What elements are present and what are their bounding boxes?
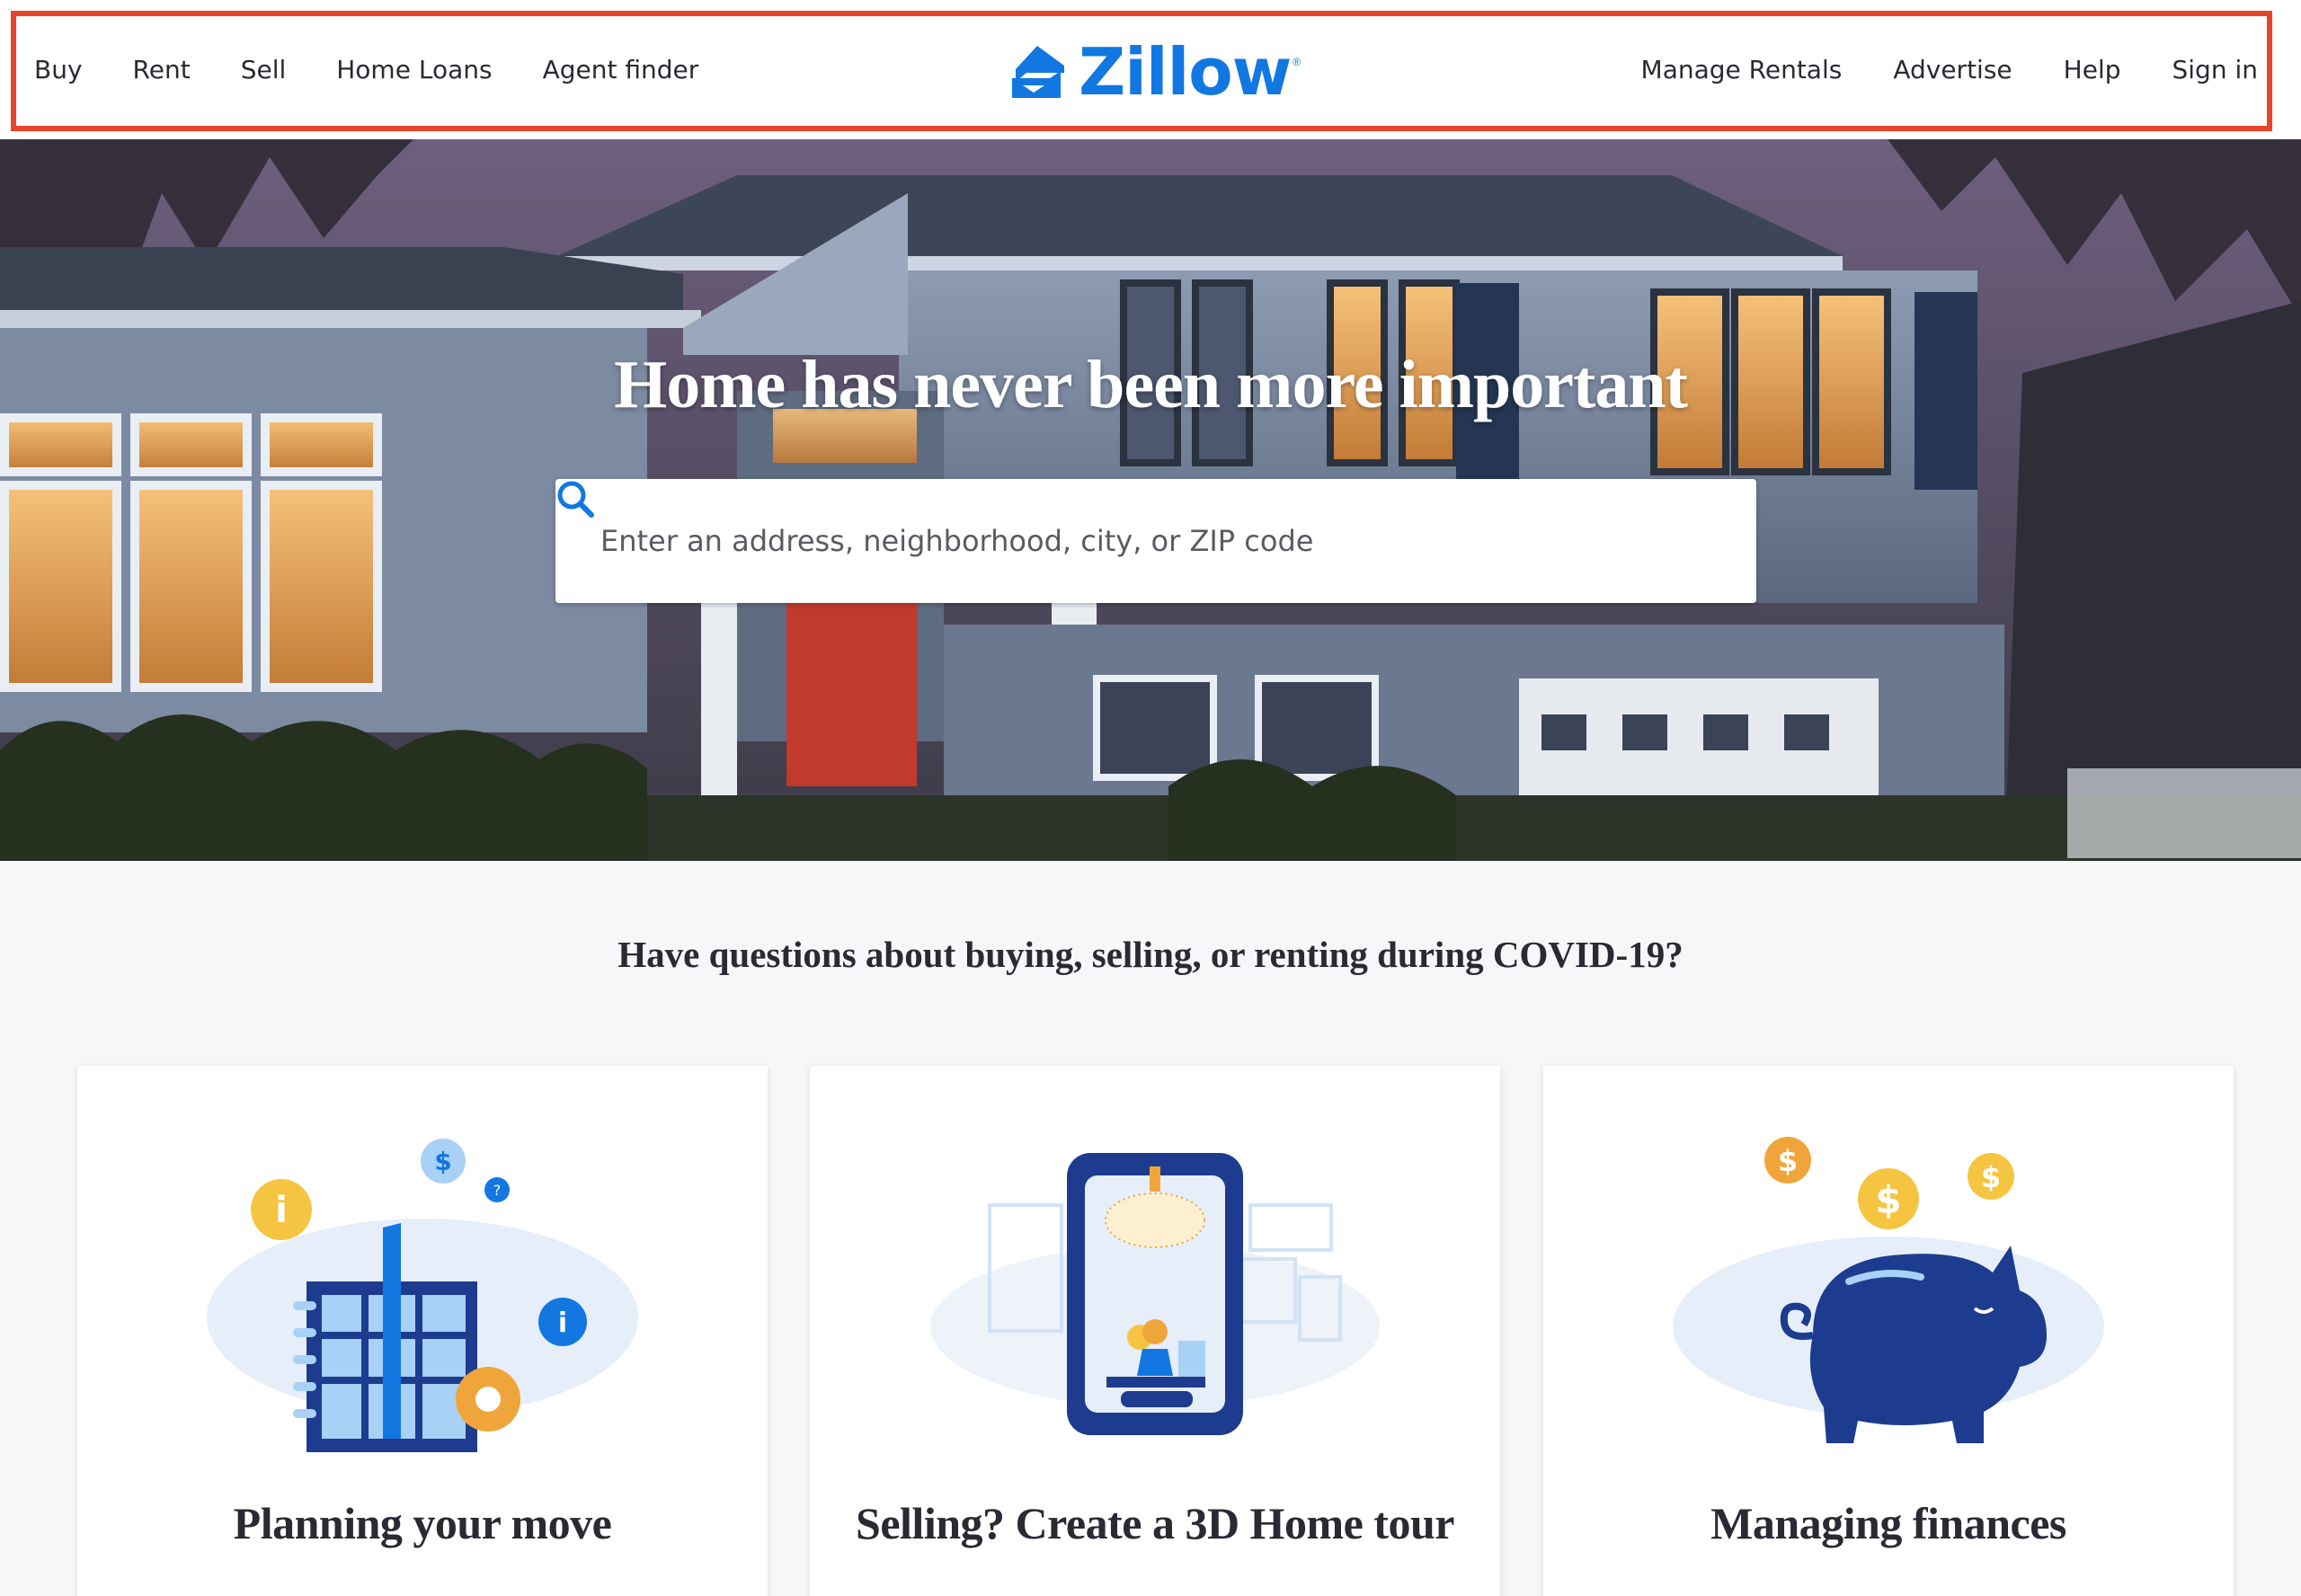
covid-section: Have questions about buying, selling, or… [0,861,2301,1596]
search-icon[interactable] [555,479,595,519]
logo-text: Zillow [1079,34,1292,110]
card-managing-finances[interactable]: $ $ $ Managing finances [1543,1066,2234,1596]
svg-text:$: $ [1875,1178,1901,1222]
hero-title: Home has never been more important [614,347,1688,422]
top-nav-bar: Buy Rent Sell Home Loans Agent finder Zi… [0,0,2301,139]
card-3d-home-tour[interactable]: Selling? Create a 3D Home tour [810,1066,1500,1596]
nav-advertise[interactable]: Advertise [1893,55,2012,84]
svg-text:$: $ [1778,1144,1798,1178]
nav-home-loans[interactable]: Home Loans [336,55,492,84]
registered-mark: ® [1293,56,1302,68]
nav-manage-rentals[interactable]: Manage Rentals [1641,55,1843,84]
nav-help[interactable]: Help [2064,55,2121,84]
nav-left: Buy Rent Sell Home Loans Agent finder [34,0,749,139]
search-box [555,479,1756,603]
piggy-bank-illustration-icon: $ $ $ [1673,1137,2104,1443]
svg-text:$: $ [1981,1160,2001,1194]
card-title: Managing finances [1710,1498,2066,1548]
zillow-logo-icon [1012,46,1064,98]
covid-question: Have questions about buying, selling, or… [617,934,1684,975]
svg-text:i: i [275,1190,288,1231]
svg-text:?: ? [493,1182,502,1199]
nav-agent-finder[interactable]: Agent finder [543,55,699,84]
nav-buy[interactable]: Buy [34,55,83,84]
card-title: Selling? Create a 3D Home tour [856,1498,1454,1548]
nav-sell[interactable]: Sell [241,55,287,84]
nav-right: Manage Rentals Advertise Help Sign in [1590,0,2258,139]
search-input[interactable] [555,479,1756,603]
3d-tour-illustration-icon [930,1153,1380,1435]
card-planning-your-move[interactable]: i $ ? i Planning your move [77,1066,768,1596]
svg-text:i: i [558,1308,567,1339]
card-title: Planning your move [233,1498,612,1548]
svg-text:$: $ [434,1147,451,1176]
nav-sign-in[interactable]: Sign in [2172,55,2259,84]
zillow-logo[interactable]: Zillow ® [1008,38,1301,106]
hero-section: Home has never been more important [0,139,2301,861]
planning-illustration-icon: i $ ? i [207,1139,638,1452]
nav-rent[interactable]: Rent [133,55,191,84]
